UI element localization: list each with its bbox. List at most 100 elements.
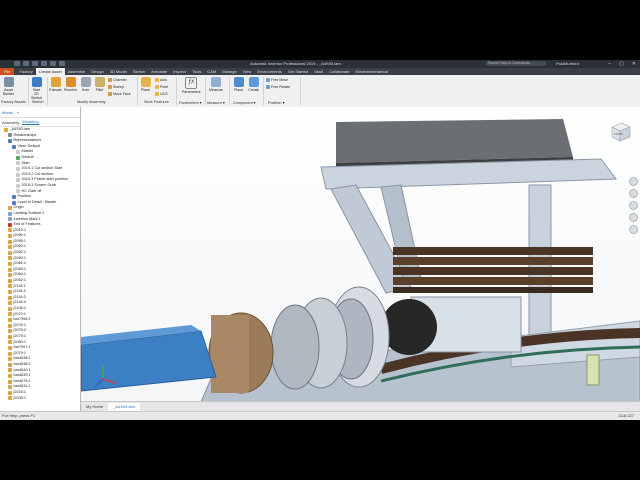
axis-button[interactable]: Axis [155, 78, 167, 82]
tree-node-icon [8, 222, 12, 227]
new-file-icon[interactable] [14, 61, 20, 66]
doc-tab-assembly[interactable]: _A4S93.iam [108, 402, 140, 411]
subtab-assembly[interactable]: Assembly [2, 120, 19, 125]
asset-builder-icon [3, 77, 14, 87]
place-icon [233, 77, 244, 87]
measure-icon [211, 77, 221, 87]
ribbon-tab-assemble[interactable]: Assemble [65, 68, 89, 75]
panel-separator [137, 77, 138, 105]
panel-separator [28, 77, 29, 105]
panel-title-position[interactable]: Position ▾ [268, 100, 284, 105]
tree-item[interactable]: j2045:1 [0, 396, 80, 402]
ucs-button[interactable]: UCS [155, 92, 168, 96]
save-icon[interactable] [32, 61, 38, 66]
cylinder-part [586, 354, 600, 386]
tree-node-icon [8, 317, 12, 322]
tree-node-icon [8, 295, 12, 300]
tree-node-icon [16, 155, 20, 160]
ribbon-tab-view[interactable]: View [240, 68, 255, 75]
panel-title-component[interactable]: Component ▾ [233, 100, 256, 105]
ribbon-tab-electromechanical[interactable]: Electromechanical [353, 68, 392, 75]
ribbon-tab-factory[interactable]: Factory [16, 68, 35, 75]
dark-drum [381, 299, 437, 355]
ribbon-tab-cam[interactable]: CAM [204, 68, 219, 75]
fillet-icon [94, 77, 105, 87]
tree-node-icon [8, 284, 12, 289]
appearance-icon[interactable] [59, 61, 65, 66]
panel-title-measure[interactable]: Measure ▾ [207, 100, 225, 105]
ribbon-tab-annotate[interactable]: Annotate [148, 68, 170, 75]
zoom-icon[interactable] [629, 201, 638, 210]
tree-node-icon [8, 368, 12, 373]
free-move-icon [266, 78, 270, 82]
panel-title-parameters[interactable]: Parameters ▾ [179, 100, 202, 105]
create-icon [248, 77, 259, 87]
parameters-button[interactable]: ƒx Parameters [182, 77, 201, 94]
hole-button[interactable]: Hole [79, 77, 92, 92]
measure-button[interactable]: Measure [208, 77, 224, 92]
tree-node-icon [8, 256, 12, 261]
plane-button[interactable]: Plane [139, 77, 152, 92]
ribbon-tab-tools[interactable]: Tools [189, 68, 204, 75]
sweep-button[interactable]: Sweep [108, 85, 124, 89]
graphics-window[interactable]: FRONT My Home _A4S93.iam [81, 107, 640, 411]
minimize-button[interactable]: – [608, 60, 611, 68]
place-button[interactable]: Place [232, 77, 245, 92]
ribbon-tab-design[interactable]: Design [88, 68, 106, 75]
add-browser-tab-button[interactable]: + [17, 110, 19, 115]
tree-node-icon [4, 127, 8, 132]
point-button[interactable]: Point [155, 85, 168, 89]
fx-icon: ƒx [185, 77, 197, 89]
extrude-button[interactable]: Extrude [49, 77, 62, 92]
start-2d-sketch-button[interactable]: Start 2D Sketch [30, 77, 43, 100]
fillet-button[interactable]: Fillet [93, 77, 106, 92]
tree-node-icon [8, 138, 12, 143]
free-rotate-button[interactable]: Free Rotate [266, 85, 290, 89]
ribbon-tab-get-started[interactable]: Get Started [285, 68, 311, 75]
navigation-bar [629, 177, 638, 234]
steering-wheel-icon[interactable] [629, 177, 638, 186]
asset-builder-button[interactable]: Asset Builder [2, 77, 15, 96]
browser-tab-model[interactable]: Model [2, 110, 13, 115]
tree-node-icon [8, 234, 12, 239]
ribbon-tab-environments[interactable]: Environments [254, 68, 284, 75]
tree-node-icon [8, 390, 12, 395]
revolve-button[interactable]: Revolve [64, 77, 77, 92]
ribbon-tab-manage[interactable]: Manage [219, 68, 239, 75]
ribbon-tab-sketch[interactable]: Sketch [130, 68, 148, 75]
subtab-modeling[interactable]: Modeling [22, 119, 39, 125]
move-face-button[interactable]: Move Face [108, 92, 131, 96]
tree-node-icon [8, 345, 12, 350]
redo-icon[interactable] [50, 61, 56, 66]
close-button[interactable]: ✕ [632, 60, 636, 68]
doc-tab-my-home[interactable]: My Home [81, 403, 108, 411]
tree-node-icon [16, 183, 20, 188]
ribbon-tab-inspect[interactable]: Inspect [170, 68, 189, 75]
pan-icon[interactable] [629, 189, 638, 198]
undo-icon[interactable] [41, 61, 47, 66]
tree-item-label: j2045:1 [13, 395, 26, 400]
browser-subtabs: Assembly Modeling [0, 118, 80, 127]
chamfer-button[interactable]: Chamfer [108, 78, 127, 82]
user-account[interactable]: PaulMunford [556, 60, 579, 68]
look-at-icon[interactable] [629, 225, 638, 234]
tree-node-icon [8, 267, 12, 272]
create-button[interactable]: Create [247, 77, 260, 92]
search-input[interactable]: Search Help & Commands... [486, 61, 546, 66]
viewcube[interactable]: FRONT [608, 119, 632, 143]
ribbon-tab-3d-model[interactable]: 3D Model [107, 68, 130, 75]
ribbon-tab-create-asset[interactable]: Create Asset [35, 68, 65, 75]
maximize-button[interactable]: ▢ [619, 60, 624, 68]
ribbon-tab-vault[interactable]: Vault [311, 68, 326, 75]
title-bar: Autodesk Inventor Professional 2019 - _A… [0, 60, 640, 68]
orbit-icon[interactable] [629, 213, 638, 222]
tree-node-icon [8, 217, 12, 222]
tree-node-icon [8, 245, 12, 250]
tree-node-icon [8, 357, 12, 362]
ribbon-tab-collaborate[interactable]: Collaborate [326, 68, 352, 75]
tree-node-icon [16, 189, 20, 194]
file-tab[interactable]: File [0, 68, 15, 75]
free-move-button[interactable]: Free Move [266, 78, 288, 82]
model-tree: _A4S93.iam Relationships Representations Vi… [0, 127, 80, 401]
open-file-icon[interactable] [23, 61, 29, 66]
